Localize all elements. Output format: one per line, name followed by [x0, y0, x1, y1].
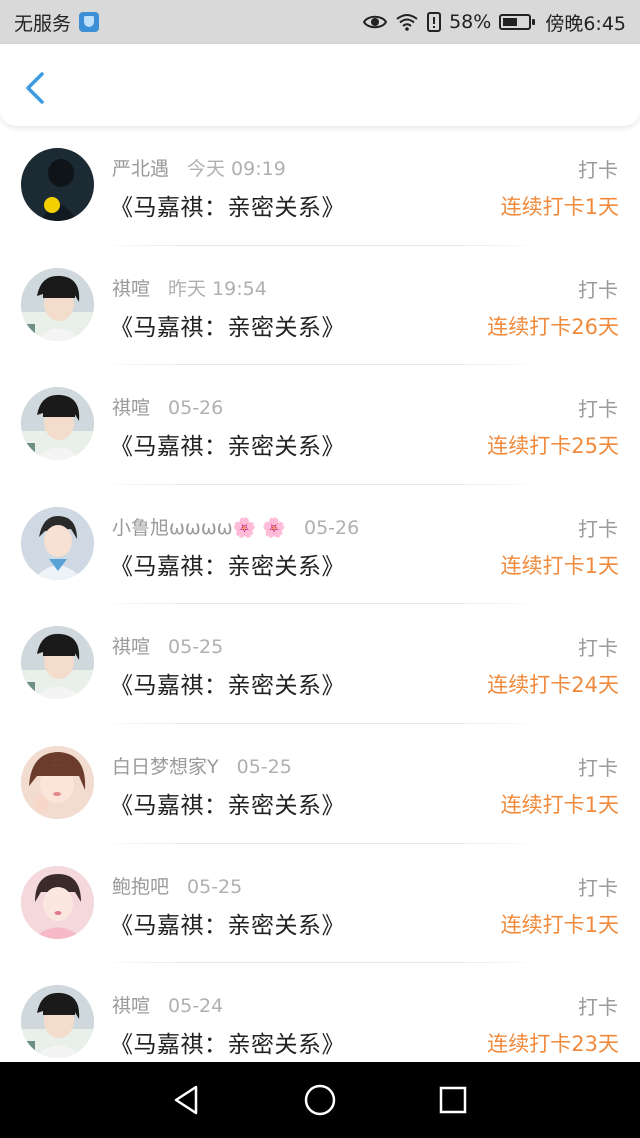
checkin-label: 打卡 [578, 158, 618, 182]
entry-title[interactable]: 《马嘉祺：亲密关系》 [110, 188, 345, 222]
entry-meta: 小鲁旭ωωωω🌸 🌸 05-26 [112, 513, 359, 540]
list-item[interactable]: 祺喧 05-24 《马嘉祺：亲密关系》 打卡连续打卡23天 [0, 963, 640, 1062]
entry-time: 05-25 [187, 875, 243, 898]
home-circle-icon [304, 1084, 336, 1116]
entry-time: 05-25 [236, 755, 292, 778]
wifi-icon [395, 13, 419, 31]
entry-meta: 白日梦想家Y 05-25 [112, 752, 292, 779]
avatar[interactable] [21, 387, 94, 461]
avatar[interactable] [21, 626, 94, 700]
avatar[interactable] [21, 865, 94, 939]
list-item[interactable]: 小鲁旭ωωωω🌸 🌸 05-26 《马嘉祺：亲密关系》 打卡连续打卡1天 [0, 485, 640, 605]
user-name[interactable]: 祺喧 [112, 397, 150, 419]
status-left: 无服务 [14, 9, 100, 36]
entry-meta: 鲍抱吧 05-25 [112, 872, 242, 899]
streak-text: 连续打卡24天 [487, 673, 619, 698]
checkin-label: 打卡 [578, 755, 618, 780]
user-name[interactable]: 严北遇 [112, 158, 169, 180]
status-bar: 无服务 58% 傍晚6:45 [0, 0, 640, 44]
entry-meta: 严北遇 今天 09:19 [112, 154, 286, 181]
entry-time: 05-24 [168, 995, 224, 1018]
list-item[interactable]: 祺喧 05-25 《马嘉祺：亲密关系》 打卡连续打卡24天 [0, 604, 640, 724]
alert-icon [427, 12, 442, 32]
streak-text: 连续打卡1天 [500, 792, 619, 817]
avatar[interactable] [21, 745, 94, 819]
list-item[interactable]: 严北遇 今天 09:19 《马嘉祺：亲密关系》 打卡连续打卡1天 [0, 126, 640, 246]
entry-title[interactable]: 《马嘉祺：亲密关系》 [110, 427, 345, 461]
nav-recents-button[interactable] [435, 1082, 471, 1118]
entry-time: 05-25 [168, 636, 224, 659]
clock-text: 傍晚6:45 [545, 12, 626, 35]
entry-meta: 祺喧 昨天 19:54 [112, 274, 267, 301]
streak-text: 连续打卡26天 [487, 314, 619, 339]
avatar[interactable] [21, 985, 94, 1059]
entry-meta: 祺喧 05-25 [112, 632, 223, 659]
shield-icon [79, 12, 100, 32]
nav-back-button[interactable] [169, 1082, 205, 1118]
entry-time: 05-26 [168, 397, 224, 420]
checkin-list: 严北遇 今天 09:19 《马嘉祺：亲密关系》 打卡 连续打卡1天 祺喧 昨天 19:54 《… [0, 126, 640, 1062]
recents-square-icon [440, 1086, 467, 1114]
entry-title[interactable]: 《马嘉祺：亲密关系》 [110, 1025, 345, 1059]
entry-title[interactable]: 《马嘉祺：亲密关系》 [110, 786, 345, 820]
list-item[interactable]: 祺喧 昨天 19:54 《马嘉祺：亲密关系》 打卡连续打卡26天 [0, 246, 640, 366]
user-name[interactable]: 祺喧 [112, 995, 150, 1017]
checkin-label: 打卡 [578, 995, 618, 1020]
user-name[interactable]: 祺喧 [112, 636, 150, 658]
streak-text: 连续打卡23天 [487, 1032, 619, 1057]
entry-title[interactable]: 《马嘉祺：亲密关系》 [110, 906, 345, 940]
list-item[interactable]: 祺喧 05-26 《马嘉祺：亲密关系》 打卡连续打卡25天 [0, 365, 640, 485]
entry-time: 05-26 [304, 516, 360, 539]
entry-time: 今天 09:19 [187, 158, 286, 180]
app-screen: 无服务 58% 傍晚6:45 严北遇 今天 09:19 《马嘉祺：亲密关系》 打卡 连续… [0, 0, 640, 1138]
avatar[interactable] [21, 267, 94, 341]
battery-icon [499, 14, 536, 30]
checkin-label: 打卡 [578, 875, 618, 900]
entry-title[interactable]: 《马嘉祺：亲密关系》 [110, 666, 345, 700]
checkin-label: 打卡 [578, 516, 618, 541]
entry-meta: 祺喧 05-24 [112, 991, 223, 1018]
avatar[interactable] [21, 148, 94, 221]
checkin-label: 打卡 [578, 397, 618, 422]
streak-text: 连续打卡1天 [500, 912, 619, 937]
entry-title[interactable]: 《马嘉祺：亲密关系》 [110, 308, 345, 342]
nav-home-button[interactable] [302, 1082, 338, 1118]
streak-text: 连续打卡1天 [500, 195, 619, 219]
checkin-label: 打卡 [578, 636, 618, 661]
entry-time: 昨天 19:54 [168, 277, 267, 300]
list-item[interactable]: 白日梦想家Y 05-25 《马嘉祺：亲密关系》 打卡连续打卡1天 [0, 724, 640, 844]
system-nav-bar [0, 1062, 640, 1138]
entry-title[interactable]: 《马嘉祺：亲密关系》 [110, 547, 345, 581]
checkin-label: 打卡 [578, 277, 618, 302]
user-name[interactable]: 祺喧 [112, 278, 150, 300]
status-right: 58% 傍晚6:45 [363, 9, 626, 36]
back-triangle-icon [174, 1085, 197, 1115]
list-item[interactable]: 鲍抱吧 05-25 《马嘉祺：亲密关系》 打卡连续打卡1天 [0, 844, 640, 964]
app-header [0, 44, 640, 126]
user-name[interactable]: 小鲁旭ωωωω🌸 🌸 [112, 517, 286, 539]
user-name[interactable]: 鲍抱吧 [112, 876, 169, 898]
battery-level-fill [503, 18, 518, 26]
streak-text: 连续打卡25天 [487, 434, 619, 459]
avatar[interactable] [21, 506, 94, 580]
carrier-text: 无服务 [14, 12, 72, 35]
eye-icon [363, 13, 388, 31]
entry-meta: 祺喧 05-26 [112, 393, 223, 420]
back-button[interactable] [18, 68, 54, 108]
user-name[interactable]: 白日梦想家Y [112, 756, 219, 778]
battery-percent: 58% [449, 11, 492, 33]
chevron-left-icon [26, 72, 44, 104]
streak-text: 连续打卡1天 [500, 553, 619, 578]
